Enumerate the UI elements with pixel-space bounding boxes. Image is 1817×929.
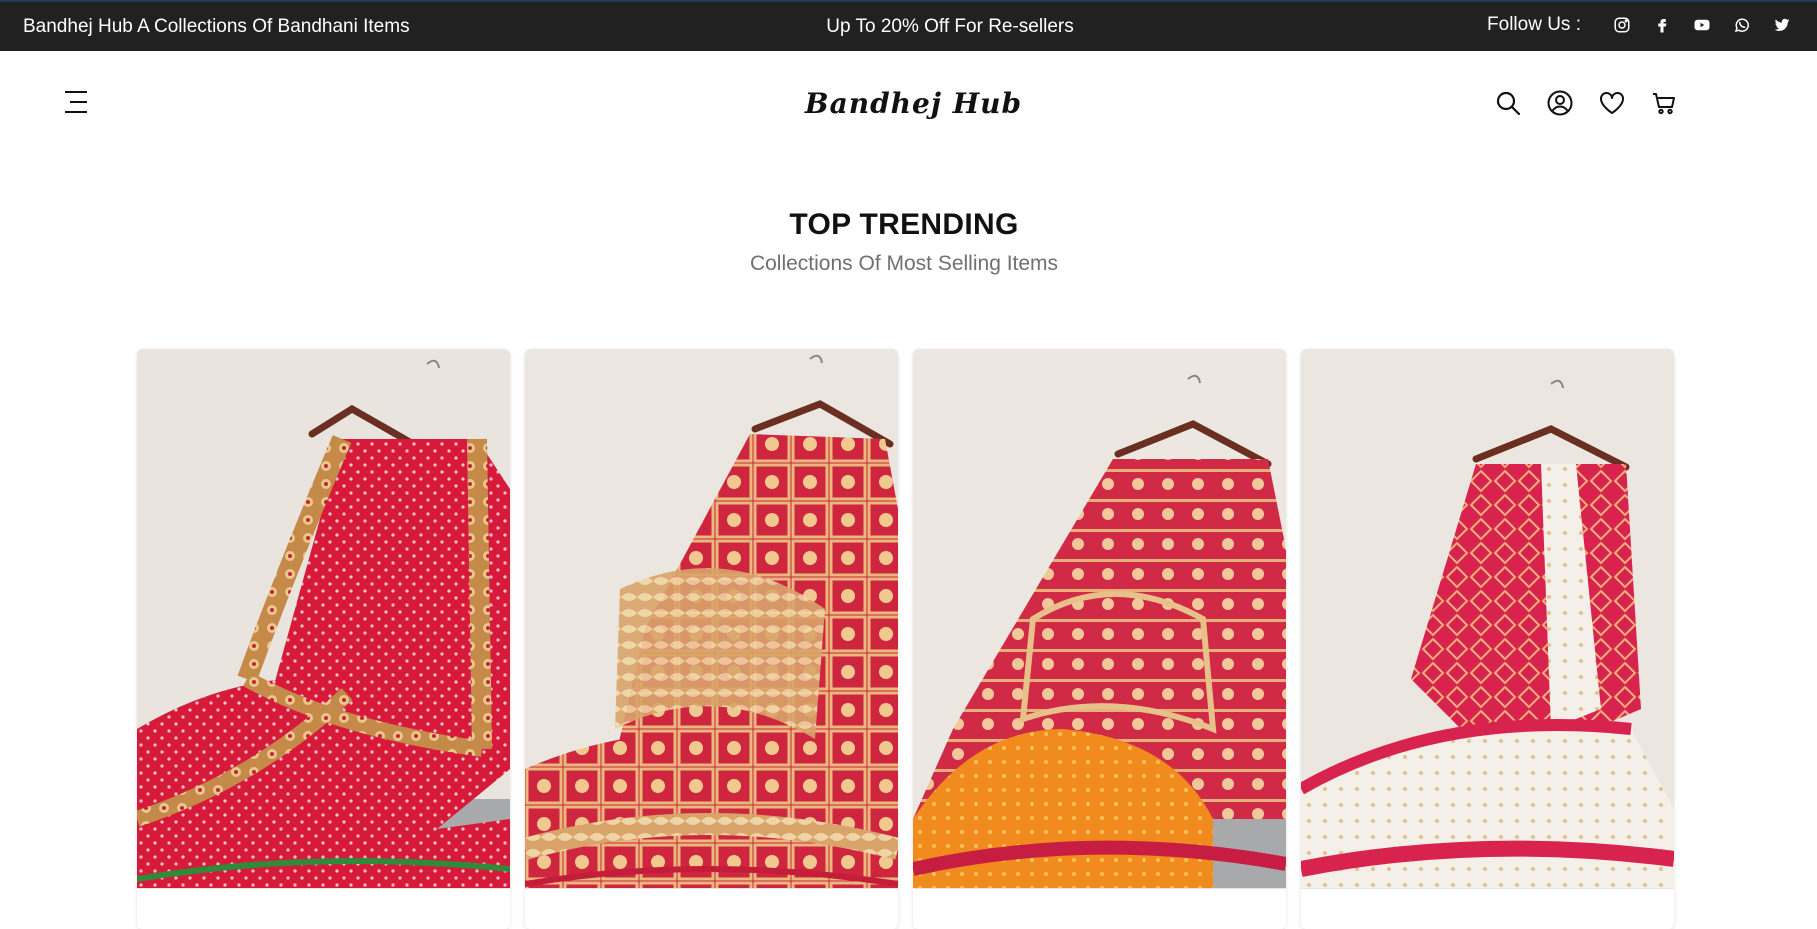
user-icon[interactable] [1545, 88, 1575, 118]
follow-us-label: Follow Us : [1487, 14, 1581, 35]
follow-us-group: Follow Us : [1487, 13, 1795, 37]
heart-icon[interactable] [1597, 88, 1627, 118]
product-image[interactable] [525, 349, 898, 888]
whatsapp-icon[interactable] [1729, 13, 1755, 37]
product-card[interactable] [137, 349, 510, 929]
search-icon[interactable] [1493, 88, 1523, 118]
product-card-footer [913, 888, 1286, 929]
product-card-footer [525, 888, 898, 929]
youtube-icon[interactable] [1689, 13, 1715, 37]
facebook-icon[interactable] [1649, 13, 1675, 37]
instagram-icon[interactable] [1609, 13, 1635, 37]
product-card-footer [1301, 888, 1674, 929]
product-card[interactable] [913, 349, 1286, 929]
product-image[interactable] [913, 349, 1286, 888]
product-card-footer [137, 888, 510, 929]
twitter-icon[interactable] [1769, 13, 1795, 37]
section-title: TOP TRENDING [789, 208, 1019, 241]
product-card[interactable] [1301, 349, 1674, 929]
product-image[interactable] [137, 349, 510, 888]
site-header: Bandhej Hub [0, 51, 1817, 156]
cart-icon[interactable] [1649, 88, 1679, 118]
product-image[interactable] [1301, 349, 1674, 888]
header-actions [1471, 88, 1679, 118]
product-card[interactable] [525, 349, 898, 929]
announcement-bar: Bandhej Hub A Collections Of Bandhani It… [0, 0, 1817, 51]
section-subtitle: Collections Of Most Selling Items [749, 252, 1059, 275]
